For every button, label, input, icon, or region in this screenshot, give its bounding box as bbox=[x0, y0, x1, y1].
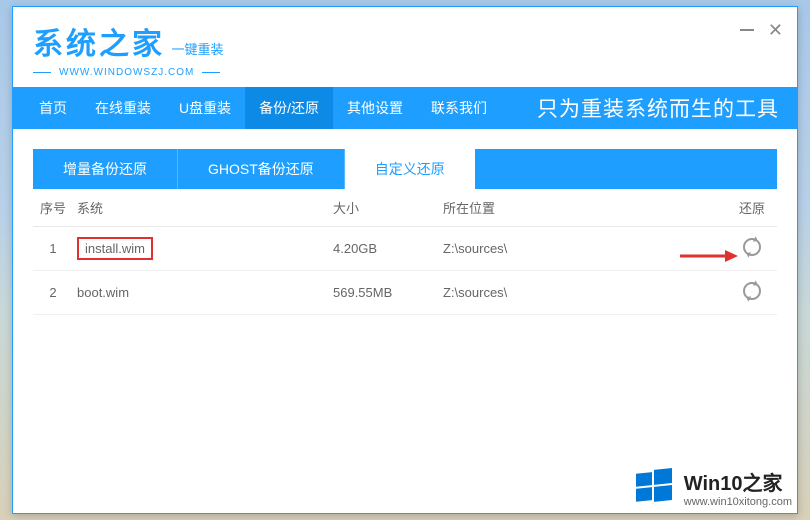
row-index: 1 bbox=[33, 241, 73, 256]
row-location: Z:\sources\ bbox=[443, 241, 727, 256]
row-action bbox=[727, 282, 777, 303]
windows-logo-icon bbox=[634, 468, 674, 508]
col-header-size: 大小 bbox=[333, 198, 443, 217]
row-index: 2 bbox=[33, 285, 73, 300]
nav-online-reinstall[interactable]: 在线重装 bbox=[81, 87, 165, 129]
row-size: 4.20GB bbox=[333, 241, 443, 256]
watermark-url: www.win10xitong.com bbox=[684, 496, 792, 508]
nav-other-settings[interactable]: 其他设置 bbox=[333, 87, 417, 129]
restore-icon[interactable] bbox=[743, 282, 761, 300]
tab-custom-restore[interactable]: 自定义还原 bbox=[345, 149, 475, 189]
nav-backup-restore[interactable]: 备份/还原 bbox=[245, 87, 333, 129]
highlighted-filename: install.wim bbox=[77, 237, 153, 260]
titlebar: 系统之家 一键重装 WWW.WINDOWSZJ.COM ✕ bbox=[13, 7, 797, 87]
vendor-url: WWW.WINDOWSZJ.COM bbox=[33, 67, 777, 78]
app-window: 系统之家 一键重装 WWW.WINDOWSZJ.COM ✕ 首页 在线重装 U盘… bbox=[12, 6, 798, 514]
table-row: 1 install.wim 4.20GB Z:\sources\ bbox=[33, 227, 777, 271]
row-action bbox=[727, 238, 777, 259]
nav-usb-reinstall[interactable]: U盘重装 bbox=[165, 87, 245, 129]
table-row: 2 boot.wim 569.55MB Z:\sources\ bbox=[33, 271, 777, 315]
filename: boot.wim bbox=[77, 285, 129, 300]
watermark: Win10之家 www.win10xitong.com bbox=[634, 467, 792, 508]
col-header-action: 还原 bbox=[727, 198, 777, 217]
row-location: Z:\sources\ bbox=[443, 285, 727, 300]
row-system: install.wim bbox=[73, 237, 333, 260]
restore-icon[interactable] bbox=[743, 238, 761, 256]
row-size: 569.55MB bbox=[333, 285, 443, 300]
col-header-location: 所在位置 bbox=[443, 198, 727, 217]
tab-ghost-backup[interactable]: GHOST备份还原 bbox=[178, 149, 345, 189]
watermark-title: Win10之家 bbox=[684, 467, 792, 496]
vendor-url-text: WWW.WINDOWSZJ.COM bbox=[59, 67, 194, 78]
top-nav: 首页 在线重装 U盘重装 备份/还原 其他设置 联系我们 只为重装系统而生的工具 bbox=[13, 87, 797, 129]
nav-tagline: 只为重装系统而生的工具 bbox=[537, 93, 779, 123]
app-subtitle: 一键重装 bbox=[171, 42, 223, 57]
nav-contact[interactable]: 联系我们 bbox=[417, 87, 501, 129]
app-title: 系统之家 bbox=[33, 19, 165, 63]
minimize-button[interactable] bbox=[740, 29, 754, 31]
col-header-system: 系统 bbox=[73, 198, 333, 217]
close-button[interactable]: ✕ bbox=[768, 21, 783, 39]
col-header-index: 序号 bbox=[33, 198, 73, 217]
subtabs: 增量备份还原 GHOST备份还原 自定义还原 bbox=[33, 149, 777, 189]
tab-incremental-backup[interactable]: 增量备份还原 bbox=[33, 149, 178, 189]
row-system: boot.wim bbox=[73, 285, 333, 300]
content-area: 增量备份还原 GHOST备份还原 自定义还原 序号 系统 大小 所在位置 还原 … bbox=[13, 129, 797, 335]
nav-home[interactable]: 首页 bbox=[25, 87, 81, 129]
table-header: 序号 系统 大小 所在位置 还原 bbox=[33, 189, 777, 227]
